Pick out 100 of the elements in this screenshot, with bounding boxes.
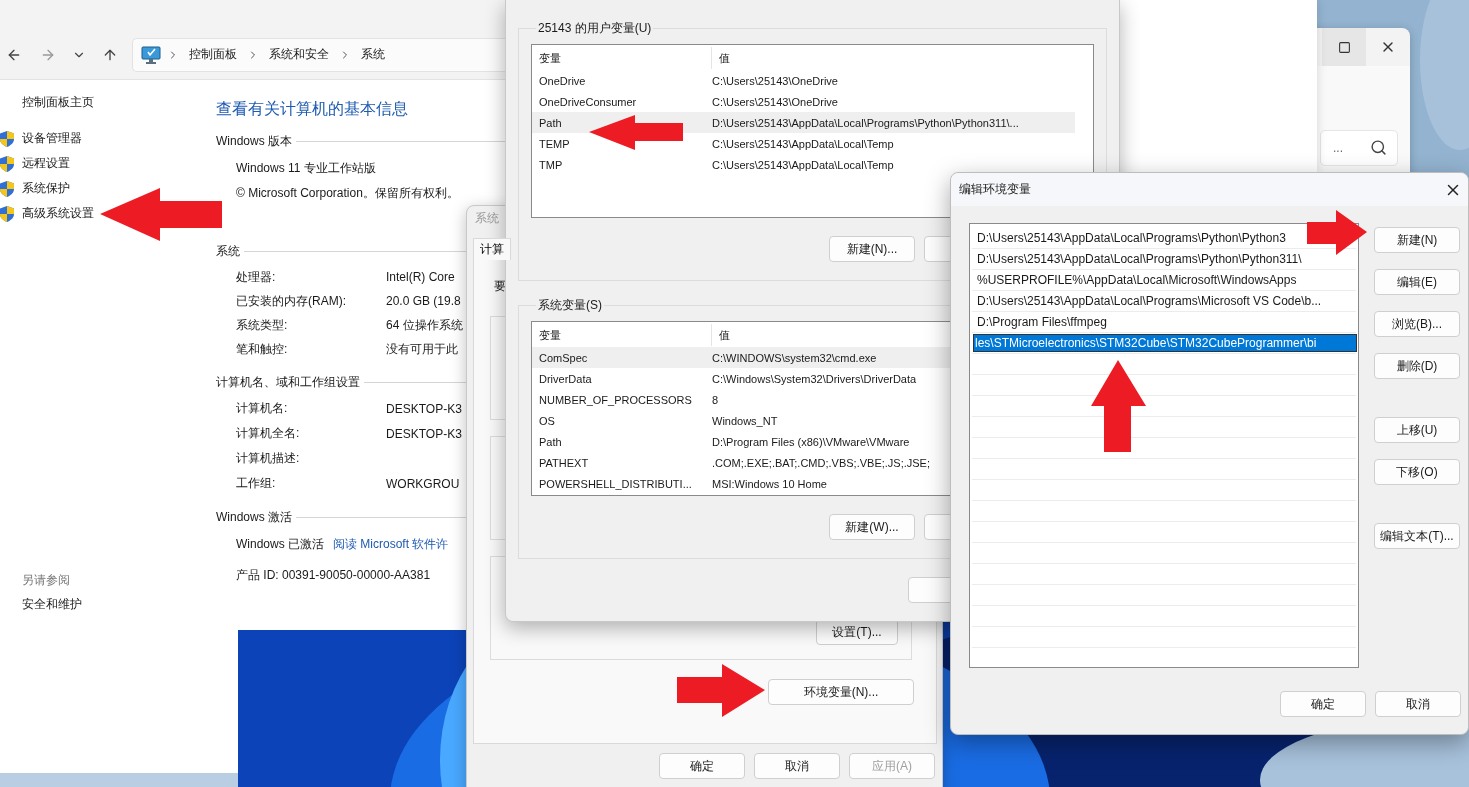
property-label: 已安装的内存(RAM): (236, 292, 347, 310)
sidebar-link[interactable]: 高级系统设置 (22, 205, 94, 222)
property-value: DESKTOP-K3 (386, 426, 462, 441)
variable-name[interactable]: POWERSHELL_DISTRIBUTI... (532, 477, 705, 490)
variable-value[interactable]: 8 (705, 393, 719, 406)
new-button[interactable]: 新建(N)... (829, 236, 915, 262)
maximize-icon (1337, 40, 1351, 54)
variable-value[interactable]: Windows_NT (705, 414, 778, 427)
variable-name[interactable]: TEMP (532, 137, 705, 150)
new-button[interactable]: 新建(W)... (829, 514, 915, 540)
variable-value[interactable]: D:\Users\25143\AppData\Local\Programs\Python\Python311\... (705, 116, 1019, 129)
variable-name[interactable]: TMP (532, 158, 705, 171)
path-entry[interactable]: D:\Users\25143\AppData\Local\Programs\Python\Python3 (977, 231, 1286, 245)
variable-value[interactable]: C:\Users\25143\OneDrive (705, 95, 838, 108)
property-value: Intel(R) Core (386, 270, 455, 284)
variable-name[interactable]: DriverData (532, 372, 705, 385)
path-entry[interactable]: D:\Users\25143\AppData\Local\Programs\Python\Python311\ (977, 252, 1302, 266)
variable-value[interactable]: D:\Program Files (x86)\VMware\VMware (705, 435, 910, 448)
list-action-button[interactable]: 编辑文本(T)... (1374, 523, 1460, 549)
page-title: 查看有关计算机的基本信息 (216, 99, 408, 119)
variable-value[interactable]: C:\Users\25143\AppData\Local\Temp (705, 137, 894, 150)
list-action-button[interactable]: 编辑(E) (1374, 269, 1460, 295)
annotation-arrow (1307, 210, 1367, 255)
property-label: 计算机全名: (236, 425, 301, 442)
variable-name[interactable]: Path (532, 435, 705, 448)
variable-name[interactable]: OneDriveConsumer (532, 95, 705, 108)
variable-name[interactable]: PATHEXT (532, 456, 705, 469)
property-label: 笔和触控: (236, 340, 289, 358)
list-action-button[interactable]: 浏览(B)... (1374, 311, 1460, 337)
sidebar-link[interactable]: 安全和维护 (0, 595, 82, 613)
tab[interactable]: 计算 (473, 238, 511, 260)
search-field[interactable]: ... (1320, 130, 1398, 166)
group-label: 25143 的用户变量(U) (537, 20, 653, 36)
variable-name[interactable]: NUMBER_OF_PROCESSORS (532, 393, 705, 406)
property-value: DESKTOP-K3 (386, 401, 462, 416)
dialog-title: 系统 (475, 210, 499, 227)
path-list[interactable] (969, 223, 1359, 668)
shield-icon (0, 155, 14, 172)
variable-value[interactable]: C:\Users\25143\AppData\Local\Temp (705, 158, 894, 171)
info-text: © Microsoft Corporation。保留所有权利。 (236, 185, 459, 202)
property-label: 工作组: (236, 475, 277, 492)
path-entry[interactable]: D:\Program Files\ffmpeg (977, 315, 1107, 329)
dialog-button[interactable]: 取消 (754, 753, 840, 779)
license-link[interactable]: 阅读 Microsoft 软件许 (333, 535, 449, 553)
section-heading: Windows 激活 (216, 508, 292, 526)
column-header[interactable]: 变量 (532, 323, 712, 346)
property-value: 没有可用于此 (386, 340, 458, 358)
dialog-button[interactable]: 取消 (1375, 691, 1461, 717)
see-also-heading: 另请参阅 (21, 572, 70, 589)
dialog-title: 编辑环境变量 (959, 181, 1031, 198)
list-action-button[interactable]: 删除(D) (1374, 353, 1460, 379)
group-label: 系统变量(S) (537, 297, 603, 313)
variable-list[interactable] (531, 44, 1094, 218)
variable-value[interactable]: .COM;.EXE;.BAT;.CMD;.VBS;.VBE;.JS;.JSE; (705, 456, 930, 469)
dialog-button[interactable]: 确定 (659, 753, 745, 779)
variable-value[interactable]: C:\WINDOWS\system32\cmd.exe (705, 351, 877, 364)
path-edit-field[interactable]: les\STMicroelectronics\STM32Cube\STM32CubeProgrammer\bi (974, 335, 1356, 351)
intro-text: 要 (494, 278, 506, 295)
variable-name[interactable]: Path (532, 116, 705, 129)
environment-variables-button[interactable]: 环境变量(N)... (768, 679, 914, 705)
variable-name[interactable]: OS (532, 414, 705, 427)
dialog-button[interactable]: 确定 (1280, 691, 1366, 717)
sidebar-link[interactable]: 系统保护 (22, 180, 70, 197)
search-icon (1370, 139, 1387, 156)
variable-value[interactable]: C:\Users\25143\OneDrive (705, 74, 838, 87)
product-id: 产品 ID: 00391-90050-00000-AA381 (236, 567, 431, 584)
property-label: 系统类型: (236, 316, 289, 334)
list-action-button[interactable]: 下移(O) (1374, 459, 1460, 485)
section-heading: Windows 版本 (216, 132, 292, 150)
variable-name[interactable]: ComSpec (532, 351, 705, 364)
property-label: 计算机名: (236, 400, 289, 417)
maximize-button[interactable] (1322, 28, 1366, 66)
property-value: 64 位操作系统 (386, 316, 463, 334)
path-entry[interactable]: D:\Users\25143\AppData\Local\Programs\Microsoft VS Code\b... (977, 294, 1322, 308)
variable-name[interactable]: OneDrive (532, 74, 705, 87)
variable-value[interactable]: MSI:Windows 10 Home (705, 477, 827, 490)
path-entry[interactable]: %USERPROFILE%\AppData\Local\Microsoft\WindowsApps (977, 273, 1297, 287)
shield-icon (0, 180, 14, 197)
activation-status: Windows 已激活 (236, 535, 324, 553)
shield-icon (0, 130, 14, 147)
variable-value[interactable]: C:\Windows\System32\Drivers\DriverData (705, 372, 917, 385)
sidebar-link[interactable]: 设备管理器 (22, 130, 82, 147)
list-action-button[interactable]: 新建(N) (1374, 227, 1460, 253)
property-label: 计算机描述: (236, 450, 301, 467)
section-heading: 计算机名、域和工作组设置 (216, 373, 360, 391)
property-value: 20.0 GB (19.8 (386, 294, 461, 308)
breadcrumb-item[interactable]: 系统 (357, 46, 389, 63)
shield-icon (0, 205, 14, 222)
breadcrumb-item[interactable]: 系统和安全 (265, 46, 333, 63)
sidebar-link[interactable]: 控制面板主页 (0, 93, 94, 111)
list-action-button[interactable]: 上移(U) (1374, 417, 1460, 443)
breadcrumb-item[interactable]: 控制面板 (185, 46, 241, 63)
column-header[interactable]: 值 (712, 46, 1093, 69)
info-text: Windows 11 专业工作站版 (236, 160, 376, 177)
property-value: WORKGROU (386, 476, 460, 491)
computer-icon (141, 45, 161, 64)
section-heading: 系统 (216, 242, 240, 260)
sidebar-link[interactable]: 远程设置 (22, 155, 70, 172)
column-header[interactable]: 变量 (532, 46, 712, 69)
property-label: 处理器: (236, 268, 277, 286)
